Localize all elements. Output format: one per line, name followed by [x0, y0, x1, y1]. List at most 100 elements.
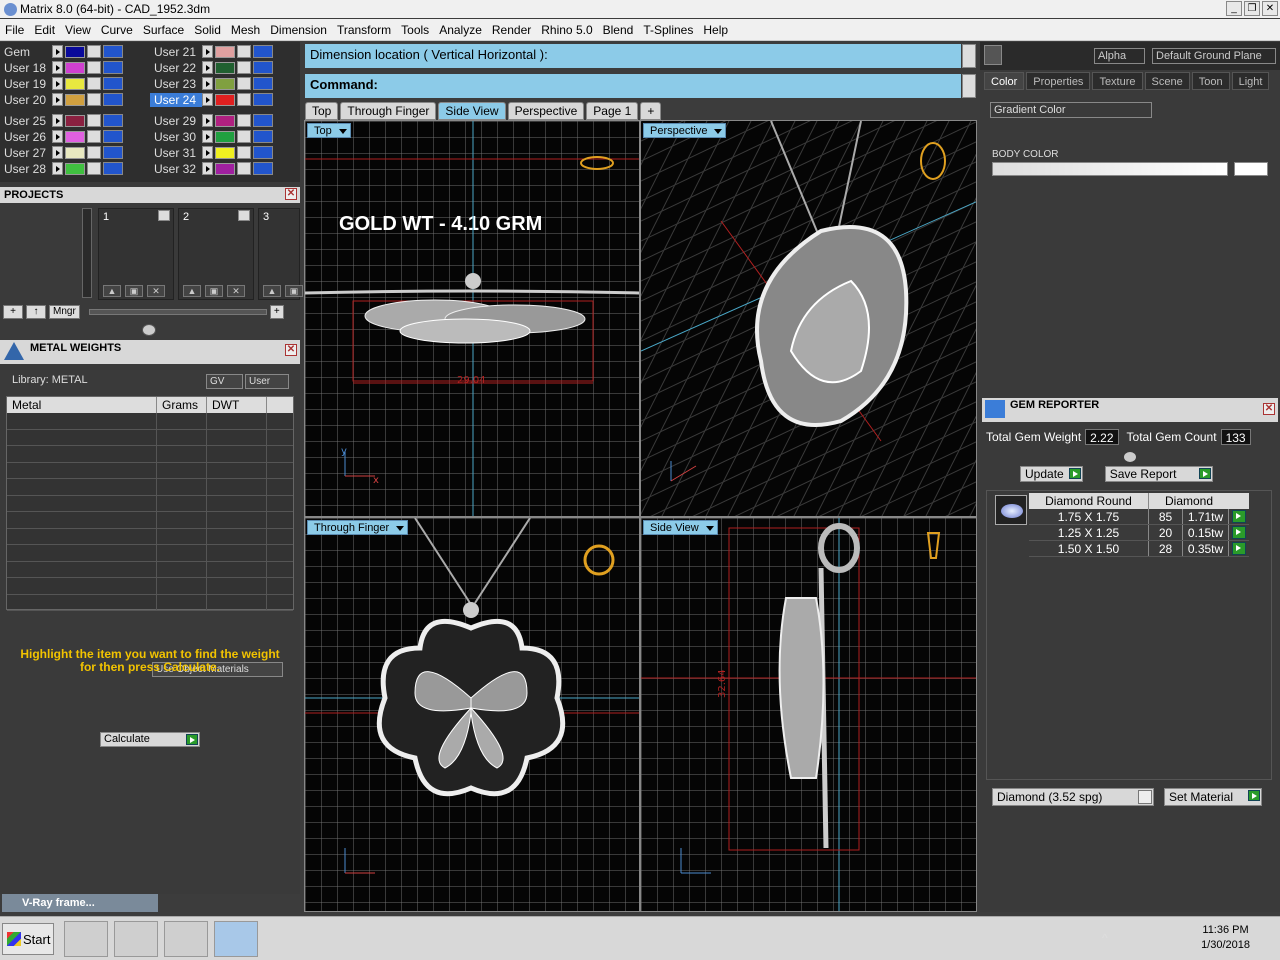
layer-name[interactable]: User 25 [0, 114, 52, 128]
update-button[interactable]: Update [1020, 466, 1083, 482]
visibility-icon[interactable] [103, 130, 123, 143]
manager-button[interactable]: Mngr [49, 305, 80, 319]
lock-icon[interactable] [237, 77, 251, 90]
material-select[interactable]: Diamond (3.52 spg) [992, 788, 1154, 806]
visibility-icon[interactable] [253, 45, 273, 58]
projects-slider[interactable] [88, 309, 267, 315]
play-icon[interactable] [238, 210, 250, 221]
expand-arrow-icon[interactable] [202, 45, 213, 58]
menu-surface[interactable]: Surface [138, 23, 189, 37]
viewport-through-finger[interactable]: Through Finger [304, 517, 640, 912]
internet-explorer-icon[interactable] [114, 921, 158, 957]
layer-row[interactable]: User 19 [0, 76, 125, 91]
layer-color-swatch[interactable] [215, 77, 235, 90]
lock-icon[interactable] [87, 130, 101, 143]
visibility-icon[interactable] [103, 77, 123, 90]
menu-rhino[interactable]: Rhino 5.0 [536, 23, 597, 37]
viewport-top[interactable]: Top GOLD WT - 4.10 GRM 29.04 y x [304, 120, 640, 517]
save-icon[interactable]: ▣ [125, 285, 143, 297]
visibility-icon[interactable] [103, 146, 123, 159]
visibility-icon[interactable] [103, 162, 123, 175]
visibility-icon[interactable] [103, 45, 123, 58]
minimize-button[interactable]: _ [1226, 1, 1242, 16]
menu-view[interactable]: View [60, 23, 96, 37]
tab-color[interactable]: Color [984, 72, 1025, 90]
menu-render[interactable]: Render [487, 23, 536, 37]
layer-name[interactable]: User 20 [0, 93, 52, 107]
tab-through-finger[interactable]: Through Finger [340, 102, 437, 120]
arrow-up-icon[interactable]: ▲ [263, 285, 281, 297]
lock-icon[interactable] [237, 93, 251, 106]
table-row[interactable] [7, 545, 293, 562]
visibility-icon[interactable] [103, 61, 123, 74]
lock-icon[interactable] [87, 93, 101, 106]
expand-arrow-icon[interactable] [202, 114, 213, 127]
expand-arrow-icon[interactable] [52, 77, 63, 90]
expand-arrow-icon[interactable] [202, 162, 213, 175]
matrix-app-icon[interactable] [214, 921, 258, 957]
user-toggle[interactable]: User [245, 374, 290, 389]
ground-plane-toggle[interactable]: Default Ground Plane [1152, 48, 1276, 64]
layer-row[interactable]: Gem [0, 44, 125, 59]
delete-icon[interactable]: ✕ [147, 285, 165, 297]
save-icon[interactable]: ▣ [285, 285, 303, 297]
gradient-select[interactable]: Gradient Color [990, 102, 1152, 118]
layer-row[interactable]: User 20 [0, 92, 125, 107]
chevron-up-icon[interactable]: ^ [1102, 931, 1116, 945]
command-input[interactable]: Command: [305, 74, 961, 98]
arrow-up-icon[interactable]: ▲ [103, 285, 121, 297]
gem-row[interactable]: 1.25 X 1.25 20 0.15tw [1029, 525, 1249, 541]
layer-color-swatch[interactable] [65, 93, 85, 106]
menu-edit[interactable]: Edit [29, 23, 60, 37]
tab-add[interactable]: + [640, 102, 662, 120]
expand-arrow-icon[interactable] [202, 130, 213, 143]
lock-icon[interactable] [237, 130, 251, 143]
layer-row[interactable]: User 28 [0, 161, 125, 176]
vray-frame-bar[interactable]: V-Ray frame... [2, 894, 158, 912]
layer-name[interactable]: User 30 [150, 130, 202, 144]
close-icon[interactable]: ✕ [1263, 403, 1275, 415]
expand-arrow-icon[interactable] [202, 93, 213, 106]
media-player-icon[interactable] [164, 921, 208, 957]
expand-arrow-icon[interactable] [984, 45, 1002, 65]
layer-row[interactable]: User 31 [150, 145, 275, 160]
visibility-icon[interactable] [253, 162, 273, 175]
table-row[interactable] [7, 429, 293, 446]
layer-color-swatch[interactable] [65, 45, 85, 58]
file-explorer-icon[interactable] [64, 921, 108, 957]
layer-color-swatch[interactable] [215, 93, 235, 106]
layer-name[interactable]: Gem [0, 45, 52, 59]
tab-top[interactable]: Top [305, 102, 339, 120]
project-card[interactable]: 2 ▲ ▣ ✕ [178, 208, 254, 300]
expand-arrow-icon[interactable] [52, 130, 63, 143]
menu-analyze[interactable]: Analyze [434, 23, 487, 37]
layer-row[interactable]: User 22 [150, 60, 275, 75]
expand-arrow-icon[interactable] [52, 45, 63, 58]
up-arrow-button[interactable]: ↑ [26, 305, 46, 319]
visibility-icon[interactable] [253, 130, 273, 143]
table-row[interactable] [7, 594, 293, 611]
layer-name[interactable]: User 31 [150, 146, 202, 160]
viewport-label[interactable]: Perspective [643, 123, 727, 138]
save-report-button[interactable]: Save Report [1104, 466, 1214, 482]
projects-scrollbar[interactable] [82, 208, 92, 298]
layer-row[interactable]: User 25 [0, 113, 125, 128]
menu-file[interactable]: File [0, 23, 29, 37]
layer-color-swatch[interactable] [215, 162, 235, 175]
command-scrollbar[interactable] [962, 44, 976, 68]
table-row[interactable] [7, 561, 293, 578]
table-row[interactable] [7, 446, 293, 463]
menu-blend[interactable]: Blend [598, 23, 639, 37]
lock-icon[interactable] [87, 77, 101, 90]
layer-color-swatch[interactable] [215, 130, 235, 143]
expand-arrow-icon[interactable] [52, 162, 63, 175]
gem-row[interactable]: 1.50 X 1.50 28 0.35tw [1029, 541, 1249, 557]
viewport-perspective[interactable]: Perspective [640, 120, 977, 517]
layer-name[interactable]: User 29 [150, 114, 202, 128]
lock-icon[interactable] [237, 45, 251, 58]
menu-mesh[interactable]: Mesh [226, 23, 265, 37]
layer-row[interactable]: User 27 [0, 145, 125, 160]
layer-color-swatch[interactable] [65, 114, 85, 127]
lock-icon[interactable] [237, 61, 251, 74]
expand-arrow-icon[interactable] [52, 93, 63, 106]
